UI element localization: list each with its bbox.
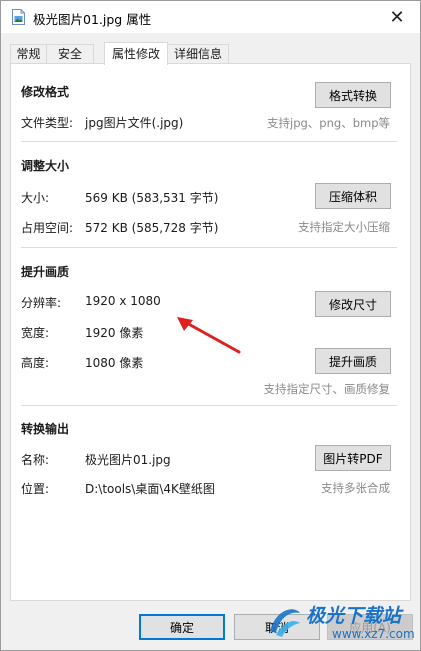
name-label: 名称: bbox=[21, 453, 50, 467]
name-value: 极光图片01.jpg bbox=[85, 453, 171, 467]
tab-details[interactable]: 详细信息 bbox=[167, 44, 229, 63]
enhance-quality-button[interactable]: 提升画质 bbox=[315, 348, 391, 374]
ok-button[interactable]: 确定 bbox=[139, 614, 225, 640]
section-title-quality: 提升画质 bbox=[21, 265, 70, 279]
title-bar: 极光图片01.jpg 属性 ✕ bbox=[1, 1, 420, 33]
disk-size-label: 占用空间: bbox=[21, 221, 74, 235]
output-hint: 支持多张合成 bbox=[321, 481, 390, 495]
size-label: 大小: bbox=[21, 191, 50, 205]
width-label: 宽度: bbox=[21, 326, 50, 340]
resolution-value: 1920 x 1080 bbox=[85, 294, 161, 308]
tab-property-edit[interactable]: 属性修改 bbox=[104, 42, 168, 65]
file-image-icon bbox=[12, 9, 25, 25]
image-to-pdf-button[interactable]: 图片转PDF bbox=[315, 445, 391, 471]
divider bbox=[21, 247, 397, 248]
height-label: 高度: bbox=[21, 356, 50, 370]
apply-button: 应用(A) bbox=[327, 614, 413, 640]
height-value: 1080 像素 bbox=[85, 356, 144, 370]
section-title-output: 转换输出 bbox=[21, 422, 70, 436]
section-title-size: 调整大小 bbox=[21, 159, 70, 173]
resolution-label: 分辨率: bbox=[21, 296, 62, 310]
tab-security[interactable]: 安全 bbox=[46, 44, 94, 63]
section-title-format: 修改格式 bbox=[21, 85, 70, 99]
file-type-label: 文件类型: bbox=[21, 116, 74, 130]
close-button[interactable]: ✕ bbox=[374, 1, 420, 33]
divider bbox=[21, 405, 397, 406]
format-convert-button[interactable]: 格式转换 bbox=[315, 82, 391, 108]
location-label: 位置: bbox=[21, 482, 50, 496]
properties-dialog: 极光图片01.jpg 属性 ✕ 常规 安全 属性修改 详细信息 修改格式 格式转… bbox=[0, 0, 421, 651]
annotation-arrow-icon bbox=[177, 317, 241, 354]
disk-size-value: 572 KB (585,728 字节) bbox=[85, 221, 219, 235]
file-type-value: jpg图片文件(.jpg) bbox=[85, 116, 184, 130]
close-icon: ✕ bbox=[389, 6, 405, 28]
width-value: 1920 像素 bbox=[85, 326, 144, 340]
window-title: 极光图片01.jpg 属性 bbox=[33, 12, 152, 27]
tab-panel: 修改格式 格式转换 文件类型: jpg图片文件(.jpg) 支持jpg、png、… bbox=[10, 63, 411, 601]
location-value: D:\tools\桌面\4K壁纸图 bbox=[85, 482, 215, 496]
quality-hint: 支持指定尺寸、画质修复 bbox=[263, 382, 391, 396]
resize-button[interactable]: 修改尺寸 bbox=[315, 291, 391, 317]
compress-button[interactable]: 压缩体积 bbox=[315, 183, 391, 209]
size-hint: 支持指定大小压缩 bbox=[298, 220, 390, 234]
cancel-button[interactable]: 取消 bbox=[234, 614, 320, 640]
tab-general[interactable]: 常规 bbox=[10, 44, 47, 63]
size-value: 569 KB (583,531 字节) bbox=[85, 191, 219, 205]
format-hint: 支持jpg、png、bmp等 bbox=[267, 116, 390, 130]
divider bbox=[21, 141, 397, 142]
